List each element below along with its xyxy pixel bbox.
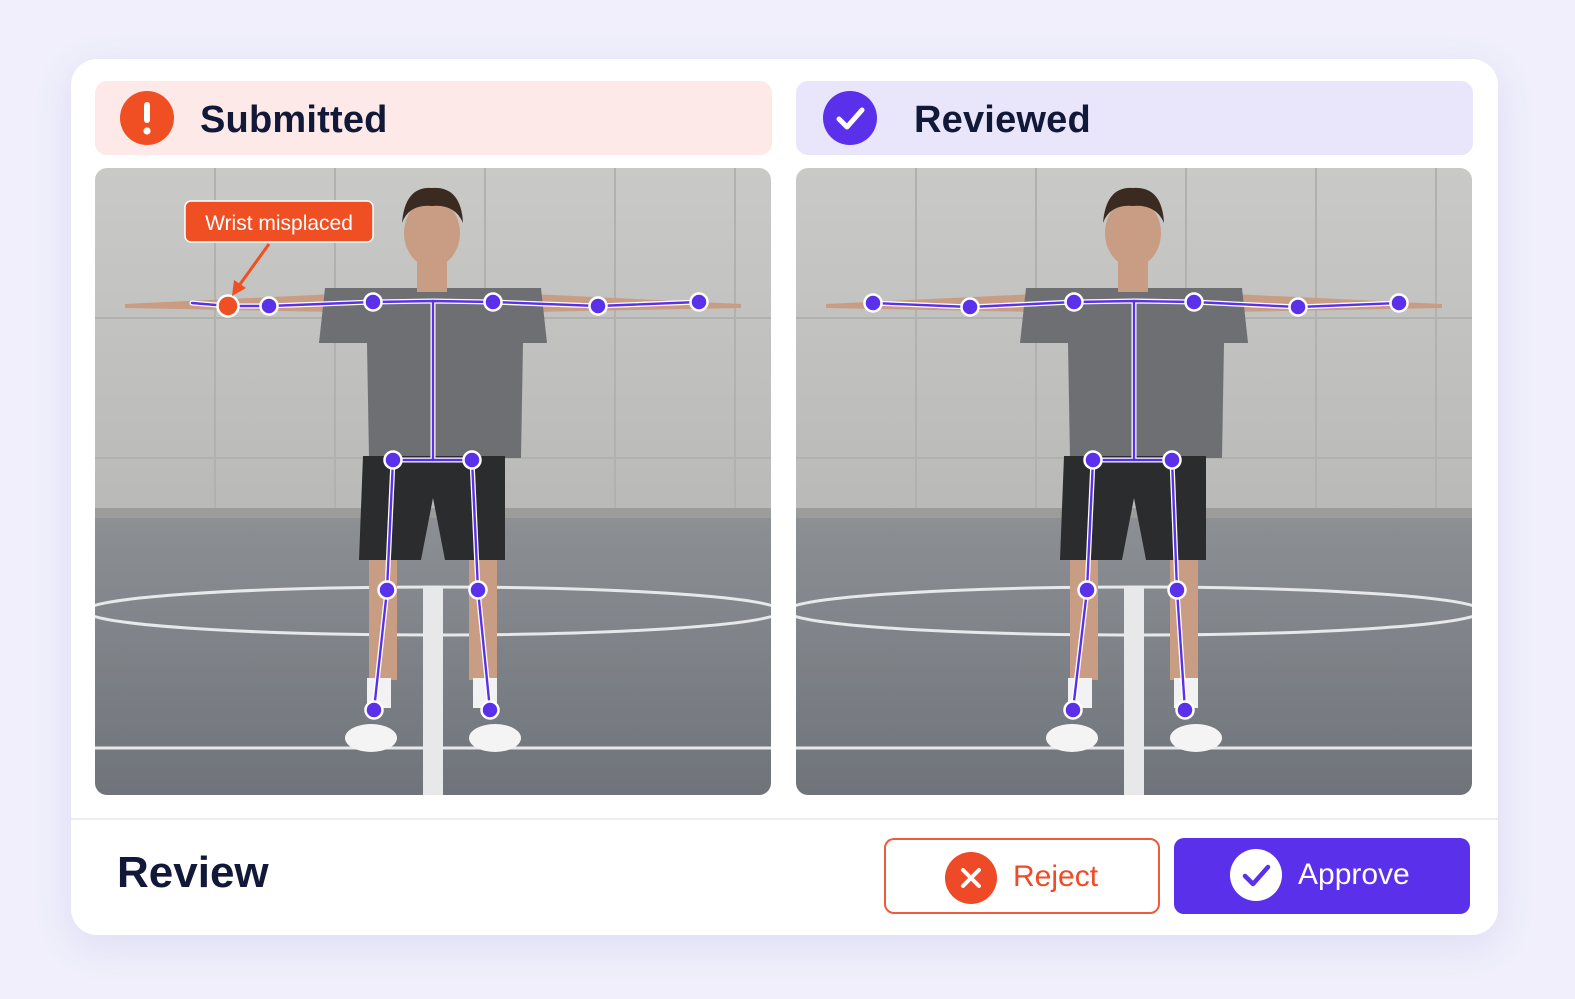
keypoint-left-wrist-misplaced	[216, 294, 240, 318]
keypoint-right-ankle	[480, 700, 500, 720]
keypoint-left-shoulder	[1064, 292, 1084, 312]
footer-divider	[71, 818, 1498, 820]
keypoint-left-knee	[377, 580, 397, 600]
error-annotation-label: Wrist misplaced	[205, 212, 353, 235]
keypoint-right-knee	[1167, 580, 1187, 600]
keypoint-right-hip	[1162, 450, 1182, 470]
checkmark-icon	[1230, 849, 1282, 901]
submitted-header: Submitted	[95, 81, 772, 155]
keypoint-right-ankle	[1175, 700, 1195, 720]
review-title: Review	[117, 848, 269, 897]
keypoint-left-hip	[1083, 450, 1103, 470]
submitted-title: Submitted	[200, 99, 388, 141]
keypoint-left-shoulder	[363, 292, 383, 312]
keypoint-right-elbow	[588, 296, 608, 316]
keypoint-left-hip	[383, 450, 403, 470]
keypoint-left-wrist	[863, 293, 883, 313]
keypoint-left-knee	[1077, 580, 1097, 600]
keypoint-right-shoulder	[483, 292, 503, 312]
keypoint-left-elbow	[259, 296, 279, 316]
exclamation-icon	[120, 91, 174, 145]
keypoint-right-elbow	[1288, 297, 1308, 317]
keypoint-left-ankle	[1063, 700, 1083, 720]
reject-label: Reject	[1013, 860, 1099, 893]
keypoint-right-knee	[468, 580, 488, 600]
keypoint-left-ankle	[364, 700, 384, 720]
keypoint-right-wrist	[1389, 293, 1409, 313]
reviewed-title: Reviewed	[914, 99, 1091, 141]
reviewed-header: Reviewed	[796, 81, 1473, 155]
keypoint-right-wrist	[689, 292, 709, 312]
close-icon	[945, 852, 997, 904]
keypoint-right-hip	[462, 450, 482, 470]
approve-button[interactable]: Approve	[1174, 838, 1470, 914]
keypoint-left-elbow	[960, 297, 980, 317]
checkmark-icon	[823, 91, 877, 145]
keypoint-right-shoulder	[1184, 292, 1204, 312]
reviewed-image-panel[interactable]	[796, 168, 1472, 795]
approve-label: Approve	[1298, 858, 1410, 891]
reject-button[interactable]: Reject	[884, 838, 1160, 914]
submitted-image-panel[interactable]: Wrist misplaced	[95, 168, 771, 795]
